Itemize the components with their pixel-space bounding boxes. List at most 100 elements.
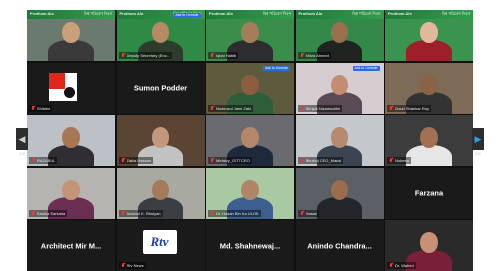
participant-name: Bhuimij CEO_Mausi: [305, 158, 342, 163]
previous-page-button[interactable]: ◀ 1/2: [16, 128, 28, 156]
participant-nameplate: Gouri Shankar Roy: [387, 104, 432, 112]
participant-name: Gouri Shankar Roy: [395, 105, 430, 111]
participant-nameplate: Hasan: [297, 209, 320, 217]
participant-nameplate: Dr. Hasan Bin Ka ULOK: [208, 209, 261, 217]
participant-name: Zakia Hassan: [126, 158, 151, 163]
page-indicator-right: 2/2: [475, 151, 481, 156]
participant-nameplate: Iqbal Habib: [208, 52, 239, 59]
muted-mic-icon: [300, 158, 304, 163]
participant-tile[interactable]: RAZABUL: [27, 115, 115, 166]
participant-name: Dr. Wahed: [395, 263, 414, 268]
banner-brand: Prothom Alo: [209, 11, 233, 16]
participant-tile[interactable]: Ask to Unmute Nowrozul Jami Zaki: [206, 62, 294, 114]
participant-tile[interactable]: Anindo Chandra...: [295, 220, 384, 271]
event-banner: Prothom Alo বিশ্ব পরিবেশ দিবস: [385, 10, 473, 19]
muted-mic-icon: [121, 263, 125, 268]
muted-mic-icon: [121, 210, 125, 216]
event-banner: Prothom Alo বিশ্ব পরিবেশ দিবস: [27, 10, 115, 19]
next-page-button[interactable]: ▶ 2/2: [472, 128, 484, 156]
participant-nameplate: Ministry_GITTCEO: [208, 157, 252, 164]
participant-display-name: Architect Mir M...: [40, 241, 102, 250]
participant-display-name: Anindo Chandra...: [307, 241, 372, 250]
banner-title: বিশ্ব পরিবেশ দিবস: [352, 11, 381, 16]
event-banner: Prothom Alo বিশ্ব পরিবেশ দিবস: [295, 10, 384, 19]
participant-name: Iqbal Habib: [216, 53, 237, 58]
participant-display-name: Farzana: [414, 188, 444, 198]
participant-nameplate: RAZABUL: [29, 157, 58, 164]
participant-tile[interactable]: Ministry_GITTCEO: [206, 115, 294, 166]
ask-to-unmute-button[interactable]: Ask to Unmute: [173, 13, 201, 18]
participant-nameplate: Nobesa: [387, 157, 411, 164]
muted-mic-icon: [389, 105, 393, 111]
chevron-left-icon: ◀: [18, 133, 26, 144]
banner-brand: Prothom Alo: [30, 11, 54, 16]
participant-display-name: Md. Shahnewaj...: [219, 241, 281, 250]
participant-tile[interactable]: Prothom Alo বিশ্ব পরিবেশ দিবস: [27, 10, 115, 61]
zoom-meeting-gallery: Prothom Aloবিশ্ব পরিবেশ দিবসProthom Aloব…: [0, 0, 496, 271]
participant-name: Rtv News: [126, 263, 144, 268]
gallery-grid: Prothom Aloবিশ্ব পরিবেশ দিবসProthom Aloব…: [27, 10, 473, 271]
banner-brand: Prothom Alo: [388, 11, 412, 16]
participant-nameplate: Mirza Ahmed: [297, 52, 331, 59]
participant-nameplate: Dr. Wahed: [387, 262, 416, 269]
participant-tile[interactable]: Dr. Wahed: [385, 220, 473, 271]
participant-name: Anamul K. Bhuiyan: [126, 210, 161, 216]
chevron-right-icon: ▶: [474, 133, 482, 144]
participant-name: Kanika Sarkaria: [37, 210, 66, 216]
participant-nameplate: Deputy Secretary (Env...: [118, 52, 172, 59]
profile-logo: [49, 72, 77, 101]
muted-mic-icon: [31, 158, 35, 163]
muted-mic-icon: [389, 158, 393, 163]
participant-name: Nobesa: [395, 158, 409, 163]
participant-tile[interactable]: Farzana: [385, 167, 473, 219]
muted-mic-icon: [31, 105, 35, 111]
participant-tile[interactable]: Kanika Sarkaria: [27, 167, 115, 219]
participant-nameplate: Shiblee: [29, 104, 53, 112]
participant-tile[interactable]: Sumon Podder: [116, 62, 205, 114]
participant-tile[interactable]: Zakia Hassan: [116, 115, 205, 166]
participant-tile[interactable]: Bhuimij CEO_Mausi: [295, 115, 384, 166]
muted-mic-icon: [121, 53, 125, 58]
participant-tile[interactable]: Prothom Aloবিশ্ব পরিবেশ দিবসAsk to Unmut…: [116, 10, 205, 61]
participant-tile[interactable]: Prothom Alo বিশ্ব পরিবেশ দিবস Mirza Ahmed: [295, 10, 384, 61]
participant-name: Ministry_GITTCEO: [216, 158, 250, 163]
participant-name: Dr. Hasan Bin Ka ULOK: [216, 210, 259, 216]
participant-nameplate: Anamul K. Bhuiyan: [118, 209, 163, 217]
rtv-logo: Rtv: [142, 230, 177, 254]
participant-tile[interactable]: Anamul K. Bhuiyan: [116, 167, 205, 219]
participant-tile[interactable]: Ask to Unmute Shrijuk Nizamuddin: [295, 62, 384, 114]
event-banner: Prothom Alo বিশ্ব পরিবেশ দিবস: [206, 10, 294, 19]
participant-name: Nowrozul Jami Zaki: [216, 105, 251, 111]
banner-brand: Prothom Alo: [298, 11, 323, 16]
participant-nameplate: Kanika Sarkaria: [29, 209, 68, 217]
muted-mic-icon: [210, 105, 214, 111]
banner-title: বিশ্ব পরিবেশ দিবস: [262, 11, 291, 16]
participant-tile[interactable]: Prothom Alo বিশ্ব পরিবেশ দিবস Iqbal Habib: [206, 10, 294, 61]
participant-nameplate: Bhuimij CEO_Mausi: [297, 157, 344, 164]
muted-mic-icon: [121, 158, 125, 163]
banner-title: বিশ্ব পরিবেশ দিবস: [441, 11, 470, 16]
muted-mic-icon: [31, 210, 35, 216]
participant-name: Deputy Secretary (Env...: [126, 53, 170, 58]
banner-title: বিশ্ব পরিবেশ দিবস: [83, 11, 112, 16]
participant-tile[interactable]: Md. Shahnewaj...: [206, 220, 294, 271]
participant-nameplate: Nowrozul Jami Zaki: [208, 104, 253, 112]
muted-mic-icon: [210, 210, 214, 216]
participant-nameplate: Rtv News: [118, 262, 146, 269]
participant-tile[interactable]: Architect Mir M...: [27, 220, 115, 271]
participant-tile[interactable]: Dr. Hasan Bin Ka ULOK: [206, 167, 294, 219]
muted-mic-icon: [210, 53, 214, 58]
muted-mic-icon: [210, 158, 214, 163]
ask-to-unmute-button[interactable]: Ask to Unmute: [352, 65, 380, 71]
participant-tile[interactable]: Shiblee: [27, 62, 115, 114]
participant-nameplate: Zakia Hassan: [118, 157, 153, 164]
muted-mic-icon: [300, 105, 304, 111]
participant-name: Shiblee: [37, 105, 51, 111]
participant-tile[interactable]: Rtv Rtv News: [116, 220, 205, 271]
participant-tile[interactable]: Nobesa: [385, 115, 473, 166]
ask-to-unmute-button[interactable]: Ask to Unmute: [263, 65, 290, 71]
participant-tile[interactable]: Prothom Alo বিশ্ব পরিবেশ দিবস: [385, 10, 473, 61]
participant-tile[interactable]: Gouri Shankar Roy: [385, 62, 473, 114]
participant-name: Mirza Ahmed: [305, 53, 329, 58]
participant-tile[interactable]: Hasan: [295, 167, 384, 219]
